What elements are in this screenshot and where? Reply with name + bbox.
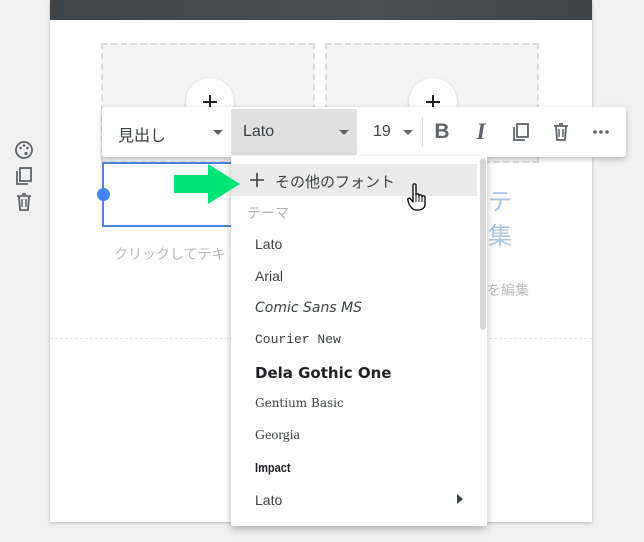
text-placeholder-right[interactable]: を編集 — [487, 280, 529, 300]
font-item-comic-sans[interactable]: Comic Sans MS — [255, 300, 362, 316]
paragraph-style-dropdown[interactable]: 見出し — [118, 122, 166, 146]
more-fonts-label: その他のフォント — [275, 174, 396, 191]
delete-icon[interactable] — [549, 120, 573, 144]
resize-handle[interactable] — [97, 188, 110, 201]
toolbar-separator — [422, 117, 423, 147]
hand-cursor-icon — [407, 183, 426, 211]
faded-heading-line2: 集 — [488, 223, 512, 250]
font-item-lato-submenu[interactable]: Lato — [255, 492, 282, 508]
font-dropdown-menu: その他のフォント テーマ Lato Arial Comic Sans MS Co… — [231, 156, 487, 526]
font-item-georgia[interactable]: Georgia — [255, 428, 300, 444]
chevron-down-icon — [403, 130, 413, 135]
italic-button[interactable]: I — [469, 119, 493, 144]
more-fonts-item[interactable]: その他のフォント — [231, 164, 477, 196]
copy-icon[interactable] — [14, 166, 34, 186]
font-item-gentium-basic[interactable]: Gentium Basic — [255, 396, 344, 410]
duplicate-icon[interactable] — [509, 120, 533, 144]
plus-icon — [250, 173, 264, 187]
font-family-dropdown[interactable]: Lato — [231, 109, 357, 155]
theme-section-label: テーマ — [247, 205, 289, 221]
text-placeholder-left[interactable]: クリックしてテキ — [114, 244, 226, 264]
faded-heading-line1: テ — [488, 189, 512, 216]
font-item-dela-gothic[interactable]: Dela Gothic One — [255, 364, 391, 382]
font-size-dropdown[interactable]: 19 — [373, 123, 391, 141]
side-toolbar — [14, 140, 36, 218]
text-format-toolbar: 見出し Lato 19 B I — [102, 107, 626, 157]
font-item-courier-new[interactable]: Courier New — [255, 332, 341, 347]
font-family-label: Lato — [243, 123, 275, 140]
bold-button[interactable]: B — [430, 120, 454, 144]
annotation-arrow-icon — [174, 164, 240, 204]
more-icon[interactable] — [589, 120, 613, 144]
chevron-right-icon — [457, 494, 463, 504]
font-item-arial[interactable]: Arial — [255, 268, 283, 284]
menu-scrollbar[interactable] — [480, 158, 486, 330]
chevron-down-icon — [339, 130, 349, 135]
palette-icon[interactable] — [14, 140, 34, 160]
chevron-down-icon — [213, 130, 223, 135]
font-item-lato[interactable]: Lato — [255, 236, 282, 252]
header-banner — [50, 0, 592, 20]
trash-icon[interactable] — [14, 192, 34, 212]
font-item-impact[interactable]: Impact — [255, 460, 291, 475]
